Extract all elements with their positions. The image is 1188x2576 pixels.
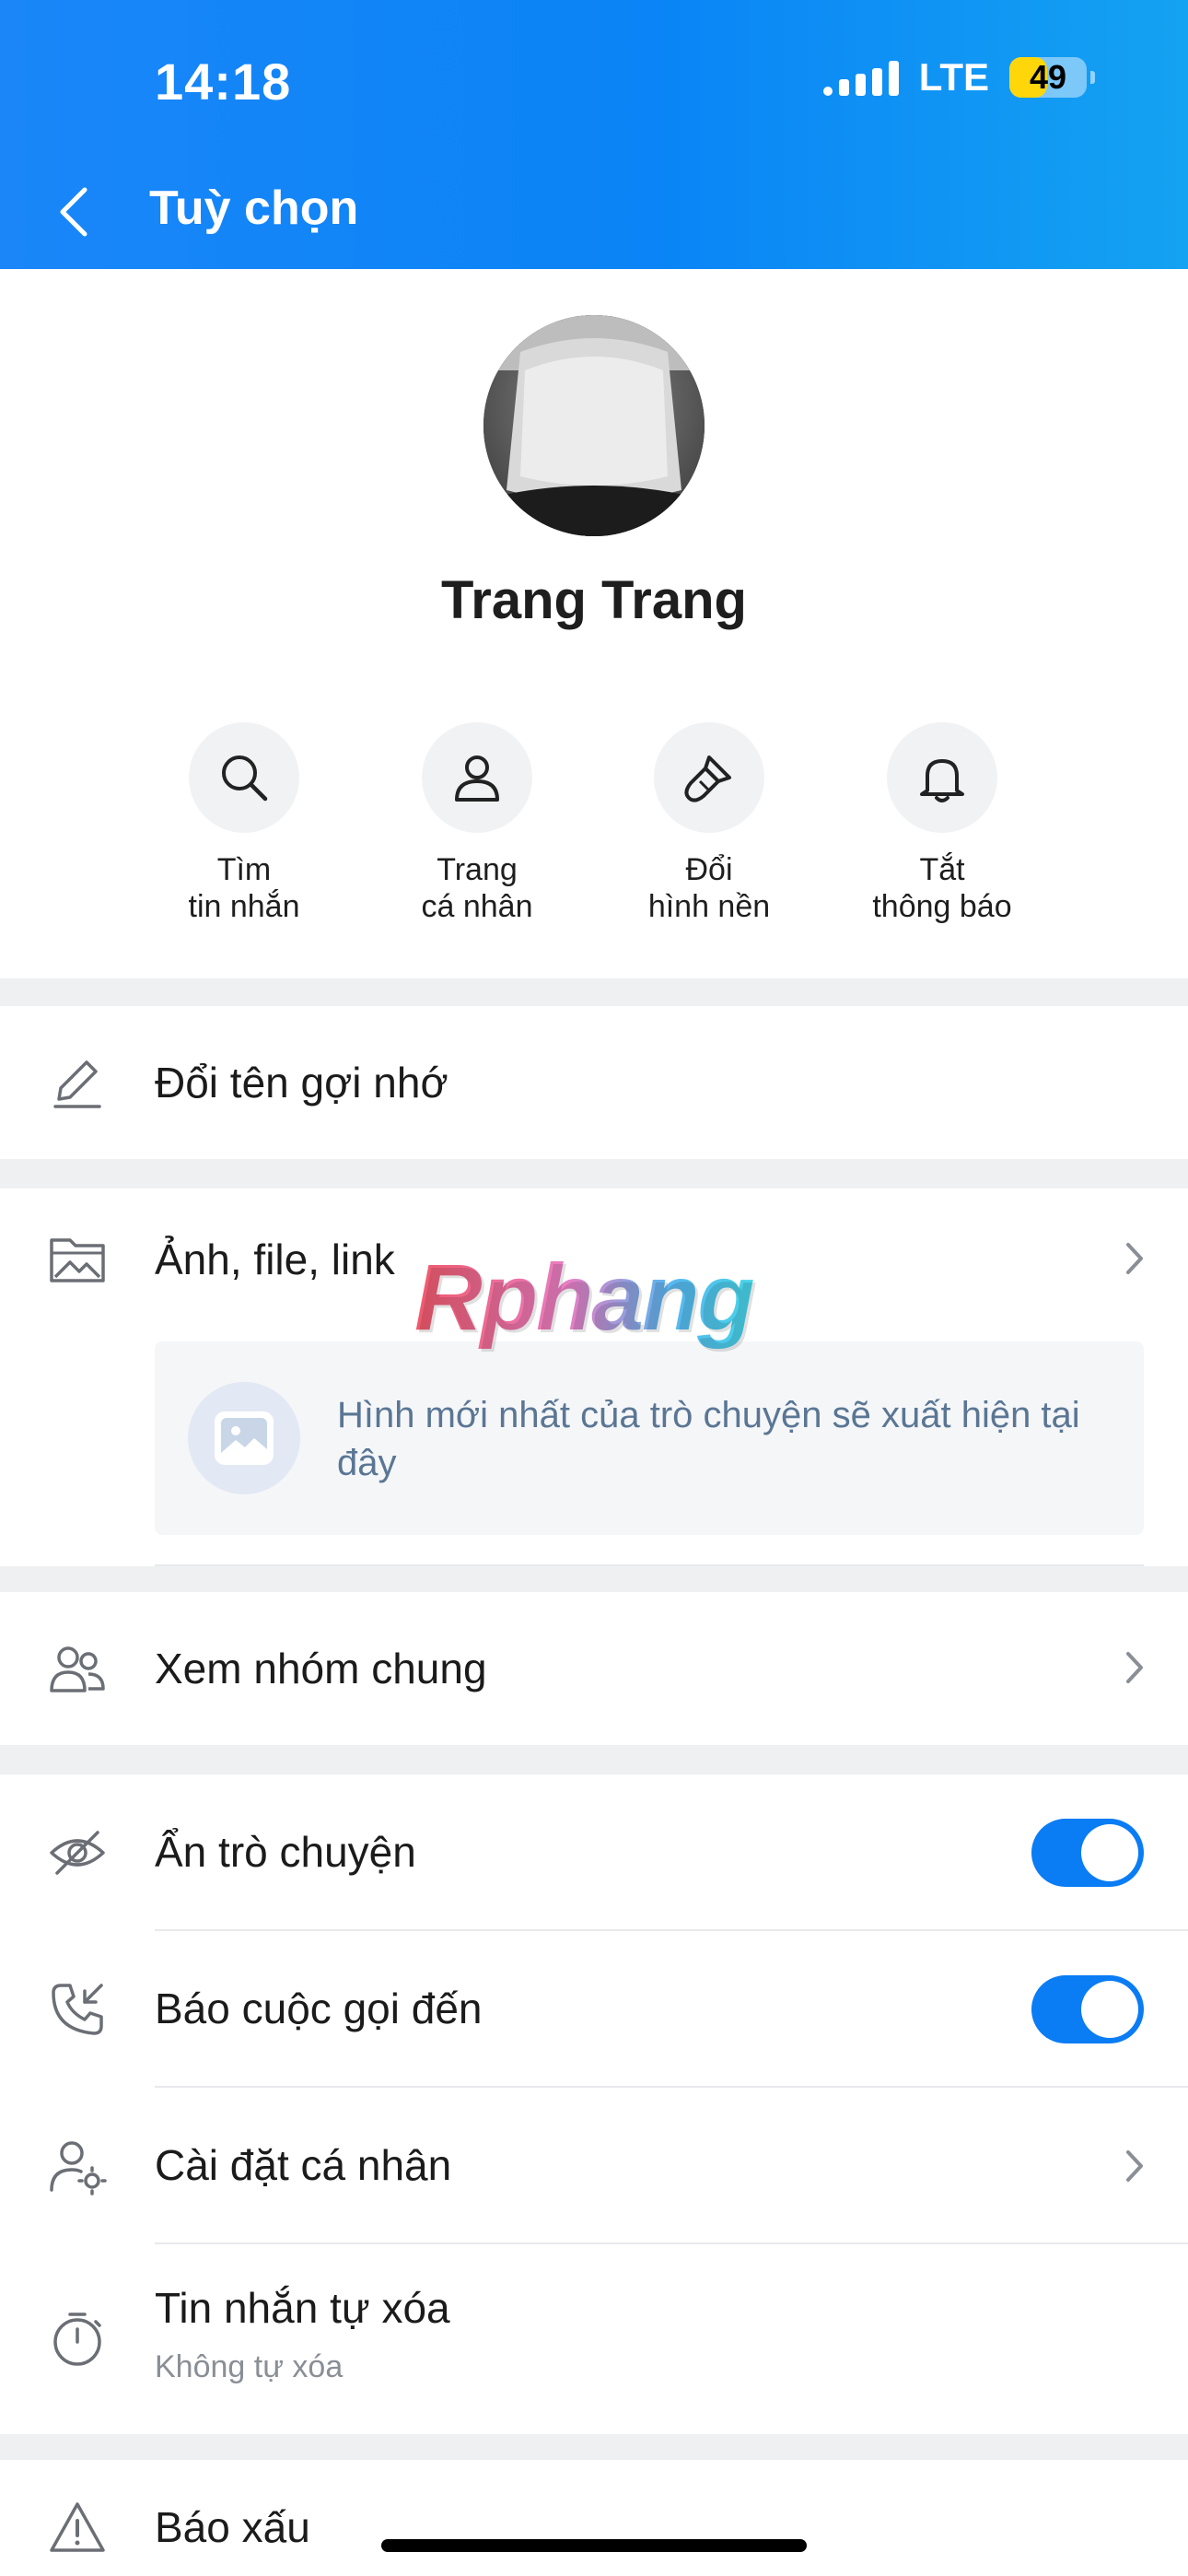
action-change-background[interactable]: Đổi hình nền [594, 722, 824, 925]
chevron-right-icon [1118, 1238, 1151, 1279]
pencil-icon [48, 1053, 107, 1112]
group-icon [48, 1639, 107, 1698]
page-title: Tuỳ chọn [149, 181, 359, 235]
battery-icon: 49 [1009, 57, 1095, 98]
media-placeholder: Hình mới nhất của trò chuyện sẽ xuất hiệ… [155, 1341, 1144, 1535]
row-hide-chat: Ẩn trò chuyện [0, 1774, 1188, 1931]
row-rename[interactable]: Đổi tên gợi nhớ [0, 1006, 1188, 1159]
header-bar: 14:18 LTE 49 Tuỳ chọn [0, 0, 1188, 269]
auto-delete-value: Không tự xóa [155, 2349, 344, 2384]
settings-group: Ẩn trò chuyện Báo cuộc gọi đến Cài đặt c… [0, 1774, 1188, 2434]
action-label: Tắt thông báo [872, 852, 1012, 924]
image-icon [188, 1382, 300, 1494]
avatar[interactable] [483, 315, 705, 536]
warning-icon [48, 2499, 107, 2558]
watermark-logo: Rphang [414, 1245, 755, 1350]
hide-chat-toggle[interactable] [1031, 1819, 1144, 1887]
row-label: Ẩn trò chuyện [155, 1828, 416, 1876]
action-mute-notifications[interactable]: Tắt thông báo [827, 722, 1057, 925]
action-profile[interactable]: Trang cá nhân [362, 722, 592, 925]
timer-icon [48, 2309, 107, 2368]
action-search-messages[interactable]: Tìm tin nhắn [129, 722, 359, 925]
paintbrush-icon [684, 755, 731, 802]
profile-section: Trang Trang Tìm tin nhắn Trang cá nhân Đ… [0, 269, 1188, 978]
row-auto-delete[interactable]: Tin nhắn tự xóa Không tự xóa [0, 2244, 1188, 2434]
row-label: Báo cuộc gọi đến [155, 1985, 483, 2032]
incoming-call-toggle[interactable] [1031, 1975, 1144, 2043]
home-indicator[interactable] [381, 2539, 807, 2552]
folder-image-icon [48, 1229, 107, 1288]
action-label: Trang cá nhân [421, 852, 533, 924]
network-label: LTE [918, 55, 989, 99]
row-incoming-call: Báo cuộc gọi đến [0, 1931, 1188, 2088]
search-icon [222, 755, 268, 802]
row-report[interactable]: Báo xấu [0, 2460, 1188, 2576]
chevron-right-icon [1118, 2146, 1151, 2186]
divider [155, 1564, 1144, 1566]
chevron-left-icon [60, 187, 87, 237]
row-personal-settings[interactable]: Cài đặt cá nhân [0, 2088, 1188, 2244]
action-label: Đổi hình nền [647, 852, 771, 924]
row-label: Xem nhóm chung [155, 1645, 487, 1692]
bell-icon [920, 759, 964, 802]
user-gear-icon [48, 2137, 107, 2195]
status-indicators: LTE 49 [822, 55, 1095, 100]
row-label: Tin nhắn tự xóa [155, 2284, 450, 2332]
contact-name: Trang Trang [441, 570, 747, 630]
person-icon [455, 755, 499, 802]
row-label: Ảnh, file, link [155, 1235, 395, 1283]
signal-icon [822, 59, 899, 96]
status-time: 14:18 [155, 53, 292, 111]
row-label: Cài đặt cá nhân [155, 2141, 452, 2189]
incoming-call-icon [48, 1980, 107, 2039]
action-label: Tìm tin nhắn [188, 852, 300, 924]
row-label: Báo xấu [155, 2503, 310, 2551]
media-placeholder-text: Hình mới nhất của trò chuyện sẽ xuất hiệ… [337, 1395, 1080, 1483]
eye-slash-icon [48, 1823, 107, 1882]
row-label: Đổi tên gợi nhớ [155, 1059, 448, 1107]
chevron-right-icon [1118, 1647, 1151, 1688]
row-common-groups[interactable]: Xem nhóm chung [0, 1592, 1188, 1745]
back-button[interactable] [55, 175, 111, 249]
battery-percent: 49 [1029, 58, 1067, 96]
